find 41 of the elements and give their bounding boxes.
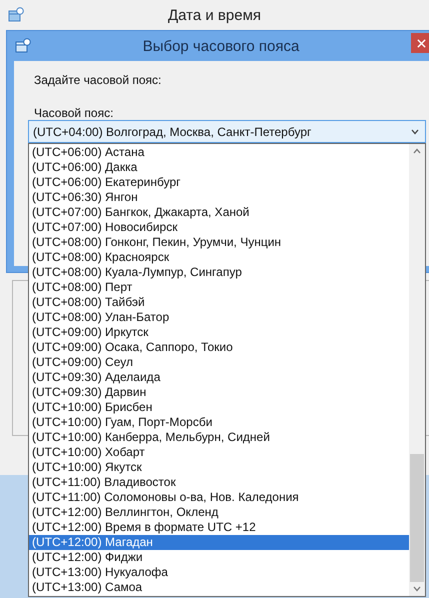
- timezone-option[interactable]: (UTC+06:00) Дакка: [29, 160, 409, 175]
- timezone-option[interactable]: (UTC+10:00) Канберра, Мельбурн, Сидней: [29, 430, 409, 445]
- timezone-option[interactable]: (UTC+11:00) Соломоновы о-ва, Нов. Каледония: [29, 490, 409, 505]
- timezone-option[interactable]: (UTC+10:00) Гуам, Порт-Морсби: [29, 415, 409, 430]
- timezone-option[interactable]: (UTC+08:00) Куала-Лумпур, Сингапур: [29, 265, 409, 280]
- timezone-option[interactable]: (UTC+09:00) Осака, Саппоро, Токио: [29, 340, 409, 355]
- timezone-option[interactable]: (UTC+08:00) Гонконг, Пекин, Урумчи, Чунцин: [29, 235, 409, 250]
- timezone-option[interactable]: (UTC+10:00) Якутск: [29, 460, 409, 475]
- timezone-option[interactable]: (UTC+06:00) Астана: [29, 145, 409, 160]
- calendar-clock-icon: [15, 38, 31, 54]
- calendar-clock-icon: [8, 7, 24, 23]
- dialog-title: Выбор часового пояса: [142, 38, 300, 54]
- timezone-option[interactable]: (UTC+06:30) Янгон: [29, 190, 409, 205]
- timezone-option[interactable]: (UTC+13:00) Нукуалофа: [29, 565, 409, 580]
- timezone-option[interactable]: (UTC+12:00) Фиджи: [29, 550, 409, 565]
- timezone-dropdown[interactable]: (UTC+04:00) Волгоград, Москва, Санкт-Петербург: [28, 120, 426, 143]
- timezone-option[interactable]: (UTC+07:00) Новосибирск: [29, 220, 409, 235]
- timezone-option[interactable]: (UTC+09:30) Дарвин: [29, 385, 409, 400]
- scrollbar[interactable]: [409, 144, 425, 596]
- timezone-option[interactable]: (UTC+12:00) Время в формате UTC +12: [29, 520, 409, 535]
- window-title: Дата и время: [166, 6, 262, 24]
- timezone-option[interactable]: (UTC+12:00) Магадан: [29, 535, 409, 550]
- timezone-option[interactable]: (UTC+09:30) Аделаида: [29, 370, 409, 385]
- timezone-option[interactable]: (UTC+11:00) Владивосток: [29, 475, 409, 490]
- caret-icon: [411, 128, 419, 134]
- timezone-option[interactable]: (UTC+08:00) Красноярск: [29, 250, 409, 265]
- prompt-text: Задайте часовой пояс:: [34, 73, 162, 87]
- scrollbar-thumb[interactable]: [410, 454, 424, 582]
- timezone-option[interactable]: (UTC+09:00) Иркутск: [29, 325, 409, 340]
- timezone-option[interactable]: (UTC+13:00) Самоа: [29, 580, 409, 595]
- timezone-option[interactable]: (UTC+10:00) Брисбен: [29, 400, 409, 415]
- timezone-option[interactable]: (UTC+06:00) Екатеринбург: [29, 175, 409, 190]
- timezone-option[interactable]: (UTC+09:00) Сеул: [29, 355, 409, 370]
- timezone-option[interactable]: (UTC+08:00) Перт: [29, 280, 409, 295]
- close-icon: [417, 38, 426, 48]
- timezone-option[interactable]: (UTC+10:00) Хобарт: [29, 445, 409, 460]
- timezone-option[interactable]: (UTC+12:00) Веллингтон, Окленд: [29, 505, 409, 520]
- timezone-option[interactable]: (UTC+08:00) Улан-Батор: [29, 310, 409, 325]
- timezone-option[interactable]: (UTC+08:00) Тайбэй: [29, 295, 409, 310]
- field-label: Часовой пояс:: [34, 106, 114, 120]
- timezone-option[interactable]: (UTC+07:00) Бангкок, Джакарта, Ханой: [29, 205, 409, 220]
